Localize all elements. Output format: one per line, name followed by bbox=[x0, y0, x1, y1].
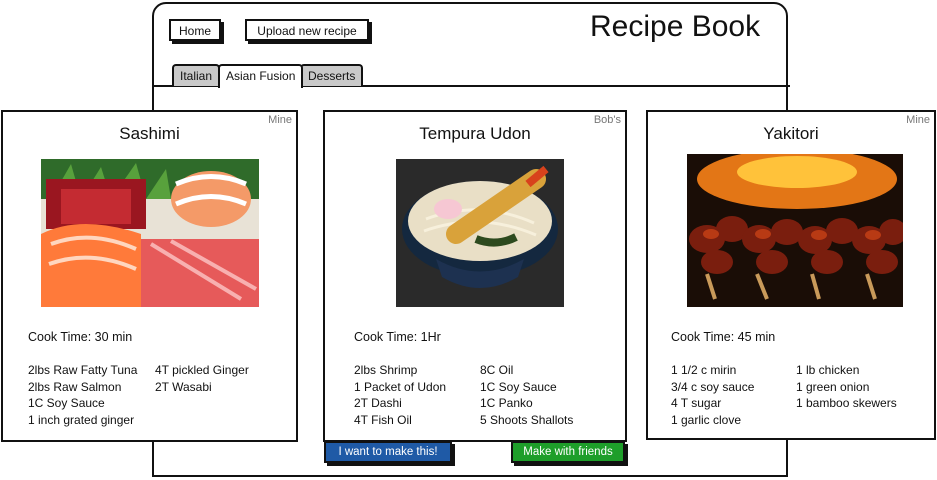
udon-photo bbox=[396, 159, 564, 307]
recipe-title: Sashimi bbox=[119, 124, 180, 143]
tab-asian-fusion[interactable]: Asian Fusion bbox=[218, 64, 304, 88]
cook-time: Cook Time: 1Hr bbox=[354, 330, 441, 344]
recipe-card-sashimi[interactable]: Mine Sashimi Cook Time: 30 min 2lbs Raw … bbox=[1, 110, 298, 442]
recipe-title: Yakitori bbox=[763, 124, 819, 143]
ingredients-right: 4T pickled Ginger 2T Wasabi bbox=[155, 363, 249, 394]
home-button[interactable]: Home bbox=[169, 19, 221, 41]
tab-italian[interactable]: Italian bbox=[172, 64, 221, 86]
recipe-card-yakitori[interactable]: Mine Yakitori Cook Time: 45 min 1 1/2 c … bbox=[646, 110, 936, 440]
make-with-friends-button[interactable]: Make with friends bbox=[511, 441, 625, 463]
ingredients-left: 2lbs Raw Fatty Tuna 2lbs Raw Salmon 1C S… bbox=[28, 363, 138, 427]
app-title: Recipe Book bbox=[590, 10, 761, 43]
upload-recipe-button[interactable]: Upload new recipe bbox=[245, 19, 369, 41]
ingredients-right: 1 lb chicken 1 green onion 1 bamboo skew… bbox=[796, 363, 897, 410]
yakitori-photo bbox=[687, 154, 903, 307]
cook-time: Cook Time: 45 min bbox=[671, 330, 776, 344]
ingredients-left: 1 1/2 c mirin 3/4 c soy sauce 4 T sugar … bbox=[671, 363, 755, 427]
recipe-card-tempura-udon[interactable]: Bob's Tempura Udon Cook Time: 1Hr 2lbs S… bbox=[323, 110, 627, 442]
make-this-button[interactable]: I want to make this! bbox=[324, 441, 452, 463]
sashimi-photo bbox=[41, 159, 259, 307]
cook-time: Cook Time: 30 min bbox=[28, 330, 133, 344]
tab-desserts[interactable]: Desserts bbox=[300, 64, 364, 86]
ingredients-right: 8C Oil 1C Soy Sauce 1C Panko 5 Shoots Sh… bbox=[480, 363, 574, 427]
ingredients-left: 2lbs Shrimp 1 Packet of Udon 2T Dashi 4T… bbox=[354, 363, 447, 427]
recipe-title: Tempura Udon bbox=[419, 124, 531, 143]
